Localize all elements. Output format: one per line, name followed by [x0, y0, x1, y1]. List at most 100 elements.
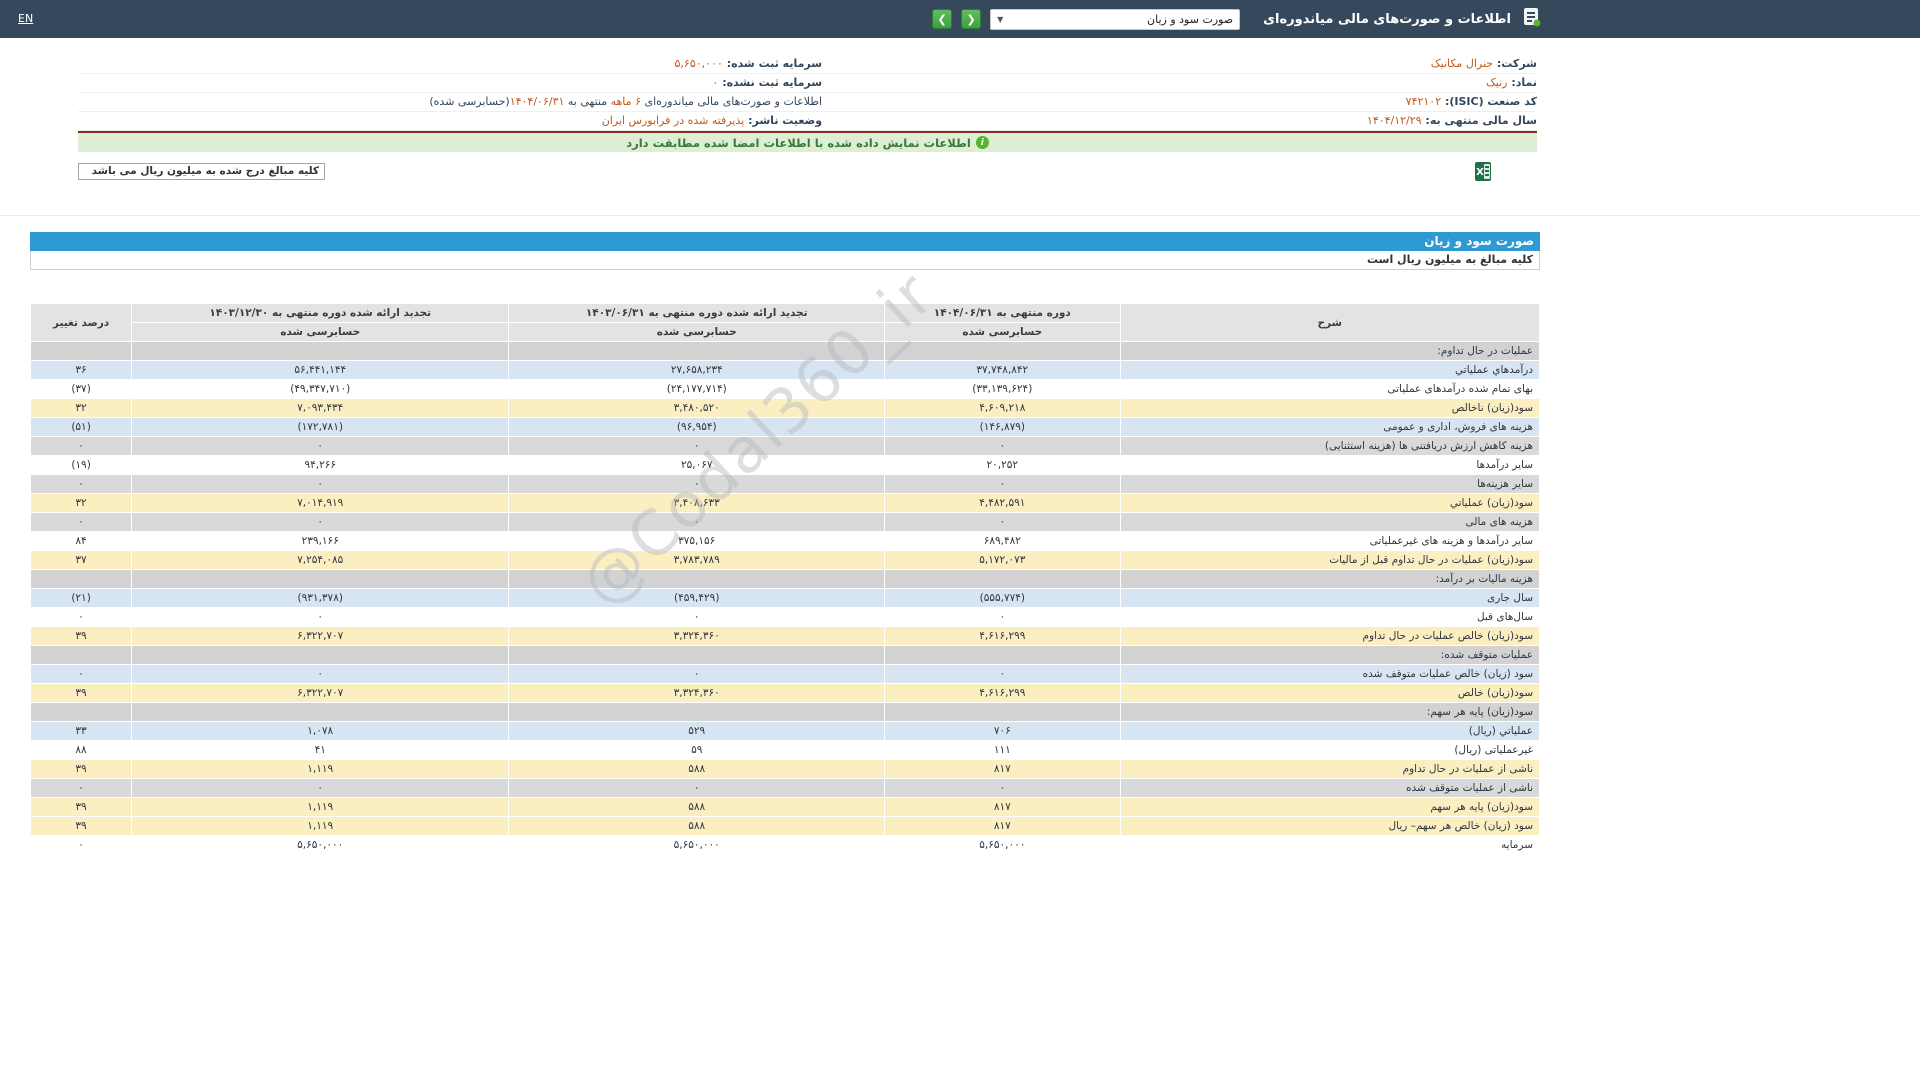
company-info-row: سال مالی منتهی به: ۱۴۰۴/۱۲/۲۹: [822, 112, 1537, 131]
row-label: سود(زیان) عملیات در حال تداوم قبل از مال…: [1119, 550, 1540, 570]
profit-loss-statement-section: صورت سود و زیان کلیه مبالغ به میلیون ریا…: [29, 232, 1540, 855]
value-change-pct: ۰: [29, 512, 133, 532]
value-restated-midyear: ۵۸۸: [508, 797, 886, 817]
value-current-period: (۳۳,۱۳۹,۶۲۴): [884, 379, 1121, 399]
company-info-value: ۷۴۲۱۰۲: [1405, 95, 1442, 108]
company-info-text: (حسابرسی شده): [429, 95, 510, 108]
value-restated-year: (۴۹,۳۴۷,۷۱۰): [131, 379, 510, 399]
value-change-pct: [29, 645, 133, 665]
company-info-label: سرمایه ثبت شده:: [722, 57, 823, 70]
statement-row: سال جاری (۵۵۵,۷۷۴) (۴۵۹,۴۲۹) (۹۳۱,۳۷۸) (۲۱): [29, 588, 1540, 608]
row-label: بهای تمام شده درآمدهای عملیاتی: [1119, 379, 1540, 399]
value-restated-midyear: ۵۸۸: [508, 759, 886, 779]
value-change-pct: ۸۸: [29, 740, 133, 760]
value-change-pct: ۰: [29, 436, 133, 456]
value-restated-year: ۰: [131, 512, 510, 532]
value-change-pct: ۳۳: [29, 721, 133, 741]
company-info-label: شرکت:: [1493, 57, 1537, 70]
value-change-pct: ۳۷: [29, 550, 133, 570]
company-info-row: سرمایه ثبت نشده: ۰: [78, 74, 823, 93]
top-header: اطلاعات و صورت‌های مالی میاندوره‌ای صورت…: [0, 0, 1920, 38]
value-restated-midyear: ۲۷,۶۵۸,۲۳۴: [508, 360, 886, 380]
value-change-pct: ۳۹: [29, 626, 133, 646]
row-label: سود (زیان) خالص عملیات متوقف شده: [1119, 664, 1540, 684]
company-info-row: نماد: رنیک: [822, 74, 1537, 93]
row-label: سال جاری: [1119, 588, 1540, 608]
language-toggle-link[interactable]: EN: [18, 12, 33, 25]
value-restated-year: (۹۳۱,۳۷۸): [131, 588, 510, 608]
value-change-pct: (۵۱): [29, 417, 133, 437]
value-current-period: [884, 569, 1121, 589]
signature-match-text: اطلاعات نمایش داده شده با اطلاعات امضا ش…: [626, 135, 971, 150]
value-restated-midyear: ۳,۳۲۴,۳۶۰: [508, 626, 886, 646]
excel-export-icon[interactable]: X: [1475, 162, 1491, 185]
row-label: سرمایه: [1119, 835, 1540, 855]
value-restated-midyear: [508, 702, 886, 722]
value-current-period: [884, 702, 1121, 722]
value-change-pct: ۸۴: [29, 531, 133, 551]
value-change-pct: ۳۲: [29, 493, 133, 513]
value-change-pct: [29, 702, 133, 722]
row-label: هزینه های فروش، اداری و عمومی: [1119, 417, 1540, 437]
value-restated-year: (۱۷۲,۷۸۱): [131, 417, 510, 437]
value-restated-year: ۷,۰۹۳,۴۳۴: [131, 398, 510, 418]
statement-row: سود(زیان) خالص ۴,۶۱۶,۲۹۹ ۳,۳۲۴,۳۶۰ ۶,۳۲۲,۷۰…: [29, 683, 1540, 703]
units-note-box: کلیه مبالغ درج شده به میلیون ریال می باش…: [78, 163, 325, 180]
row-label: عملیاتي (ریال): [1119, 721, 1540, 741]
column-header-change-pct: درصد تغییر: [29, 303, 133, 342]
value-restated-midyear: [508, 341, 886, 361]
value-restated-midyear: ۳,۷۸۳,۷۸۹: [508, 550, 886, 570]
value-current-period: ۲۰,۲۵۲: [884, 455, 1121, 475]
chevron-down-icon: ▼: [997, 14, 1004, 24]
row-label: سود(زیان) پایه هر سهم: [1119, 797, 1540, 817]
statement-type-select[interactable]: صورت سود و زیان ▼: [990, 8, 1241, 30]
statement-units-note: کلیه مبالغ به میلیون ریال است: [30, 251, 1540, 270]
profit-loss-table: شرح دوره منتهی به ۱۴۰۴/۰۶/۳۱ تجدید ارائه…: [29, 303, 1540, 855]
company-info-label: وضعیت ناشر:: [744, 114, 823, 127]
value-restated-year: ۱,۱۱۹: [131, 816, 510, 836]
row-label: عملیات در حال تداوم:: [1119, 341, 1540, 361]
row-label: سود(زيان) ناخالص: [1119, 398, 1540, 418]
value-restated-year: ۰: [131, 778, 510, 798]
statement-row: سود(زیان) پایه هر سهم ۸۱۷ ۵۸۸ ۱,۱۱۹ ۳۹: [29, 797, 1540, 817]
value-change-pct: ۳۲: [29, 398, 133, 418]
value-change-pct: ۰: [29, 835, 133, 855]
value-current-period: (۱۴۶,۸۷۹): [884, 417, 1121, 437]
svg-text:X: X: [1476, 167, 1484, 178]
signature-match-banner: i اطلاعات نمایش داده شده با اطلاعات امضا…: [78, 133, 1537, 152]
subheader-audited: حسابرسی شده: [884, 322, 1121, 342]
value-restated-midyear: ۵,۶۵۰,۰۰۰: [508, 835, 886, 855]
statement-row: ناشی از عملیات در حال تداوم ۸۱۷ ۵۸۸ ۱,۱۱۹ ۳۹: [29, 759, 1540, 779]
value-restated-midyear: ۳۷۵,۱۵۶: [508, 531, 886, 551]
statement-row: سود(زیان) خالص عملیات در حال تداوم ۴,۶۱۶,…: [29, 626, 1540, 646]
value-current-period: ۴,۴۸۲,۵۹۱: [884, 493, 1121, 513]
next-statement-button[interactable]: ❯: [961, 9, 982, 29]
value-restated-midyear: (۹۶,۹۵۴): [508, 417, 886, 437]
value-change-pct: ۳۹: [29, 816, 133, 836]
section-row: عملیات در حال تداوم:: [29, 341, 1540, 361]
value-restated-year: ۰: [131, 607, 510, 627]
value-restated-midyear: ۰: [508, 607, 886, 627]
statement-row: هزینه های فروش، اداری و عمومی (۱۴۶,۸۷۹) (۹…: [29, 417, 1540, 437]
value-restated-year: [131, 569, 510, 589]
value-restated-midyear: ۵۲۹: [508, 721, 886, 741]
value-restated-year: ۱,۱۱۹: [131, 759, 510, 779]
company-info-label: کد صنعت (ISIC):: [1441, 95, 1537, 108]
row-label: هزینه های مالی: [1119, 512, 1540, 532]
value-change-pct: ۳۹: [29, 683, 133, 703]
value-restated-midyear: [508, 645, 886, 665]
value-restated-year: ۰: [131, 436, 510, 456]
company-info-label: نماد:: [1507, 76, 1537, 89]
statement-row: ناشی از عملیات متوقف شده ۰ ۰ ۰ ۰: [29, 778, 1540, 798]
value-current-period: [884, 645, 1121, 665]
prev-statement-button[interactable]: ❮: [932, 9, 953, 29]
value-current-period: ۵,۶۵۰,۰۰۰: [884, 835, 1121, 855]
statement-row: هزینه کاهش ارزش دریافتنی ها (هزینه استثن…: [29, 436, 1540, 456]
value-change-pct: ۳۹: [29, 797, 133, 817]
value-change-pct: (۱۹): [29, 455, 133, 475]
value-restated-year: ۷,۰۱۴,۹۱۹: [131, 493, 510, 513]
row-label: هزینه مالیات بر درآمد:: [1119, 569, 1540, 589]
column-header-restated-midyear: تجدید ارائه شده دوره منتهی به ۱۴۰۳/۰۶/۳۱: [508, 303, 886, 323]
value-current-period: ۸۱۷: [884, 816, 1121, 836]
top-header-content: اطلاعات و صورت‌های مالی میاندوره‌ای صورت…: [0, 0, 1556, 38]
